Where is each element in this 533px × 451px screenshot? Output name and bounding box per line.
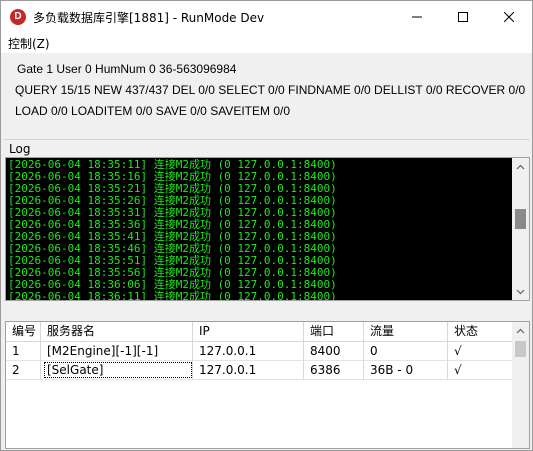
app-logo-icon: D [10,9,26,25]
cell-status[interactable]: √ [448,361,513,380]
cell-id[interactable]: 1 [6,342,41,361]
log-scrollbar[interactable] [512,158,529,300]
column-header-id[interactable]: 编号 [6,322,41,342]
close-button[interactable] [486,1,532,33]
log-label: Log [9,142,31,156]
table-row[interactable]: 2 [SelGate] 127.0.0.1 6386 36B - 0 √ [6,361,513,380]
close-icon [504,12,514,22]
menu-item-control[interactable]: 控制(Z) [8,35,50,52]
cell-server-name[interactable]: [M2Engine][-1][-1] [41,342,193,361]
cell-ip[interactable]: 127.0.0.1 [193,342,304,361]
scroll-down-button[interactable] [512,283,529,300]
stats-gate-line: Gate 1 User 0 HumNum 0 36-563096984 [17,62,237,76]
title-bar[interactable]: D 多负载数据库引擎[1881] - RunMode Dev [1,1,532,33]
server-grid[interactable]: 编号 服务器名 IP 端口 流量 状态 1 [M2Engine][-1][-1]… [5,321,530,449]
selected-cell-focus [44,362,192,378]
grid-scrollbar[interactable] [512,322,529,448]
column-header-traffic[interactable]: 流量 [364,322,448,342]
column-header-server-name[interactable]: 服务器名 [41,322,193,342]
log-memo[interactable]: [2026-06-04 18:35:11] 连接M2成功 (0 127.0.0.… [5,157,530,301]
maximize-icon [458,12,468,22]
column-header-ip[interactable]: IP [193,322,304,342]
cell-traffic[interactable]: 36B - 0 [364,361,448,380]
cell-traffic[interactable]: 0 [364,342,448,361]
cell-id[interactable]: 2 [6,361,41,380]
cell-port[interactable]: 6386 [304,361,364,380]
log-line: [2026-06-04 18:36:11] 连接M2成功 (0 127.0.0.… [8,290,337,301]
app-window: D 多负载数据库引擎[1881] - RunMode Dev 控制(Z) Gat… [0,0,533,451]
panel-splitter[interactable] [3,303,530,319]
window-title: 多负载数据库引擎[1881] - RunMode Dev [33,11,265,25]
menu-bar: 控制(Z) [1,33,532,53]
scroll-up-button[interactable] [512,158,529,175]
scroll-thumb[interactable] [515,209,526,229]
divider [3,139,530,140]
grid-header: 编号 服务器名 IP 端口 流量 状态 [6,322,513,342]
chevron-up-icon [516,328,525,333]
minimize-icon [412,16,422,18]
log-lines: [2026-06-04 18:35:11] 连接M2成功 (0 127.0.0.… [8,159,514,300]
chevron-down-icon [516,289,525,294]
cell-port[interactable]: 8400 [304,342,364,361]
cell-ip[interactable]: 127.0.0.1 [193,361,304,380]
column-header-port[interactable]: 端口 [304,322,364,342]
minimize-button[interactable] [394,1,440,33]
column-header-status[interactable]: 状态 [448,322,513,342]
stats-load-line: LOAD 0/0 LOADITEM 0/0 SAVE 0/0 SAVEITEM … [15,104,290,118]
table-row[interactable]: 1 [M2Engine][-1][-1] 127.0.0.1 8400 0 √ [6,342,513,361]
stats-query-line: QUERY 15/15 NEW 437/437 DEL 0/0 SELECT 0… [15,83,526,97]
chevron-up-icon [516,164,525,169]
maximize-button[interactable] [440,1,486,33]
stats-panel: Gate 1 User 0 HumNum 0 36-563096984 QUER… [3,53,530,137]
cell-status[interactable]: √ [448,342,513,361]
grid-scroll-up-button[interactable] [512,322,529,339]
grid-scroll-thumb[interactable] [515,341,526,357]
